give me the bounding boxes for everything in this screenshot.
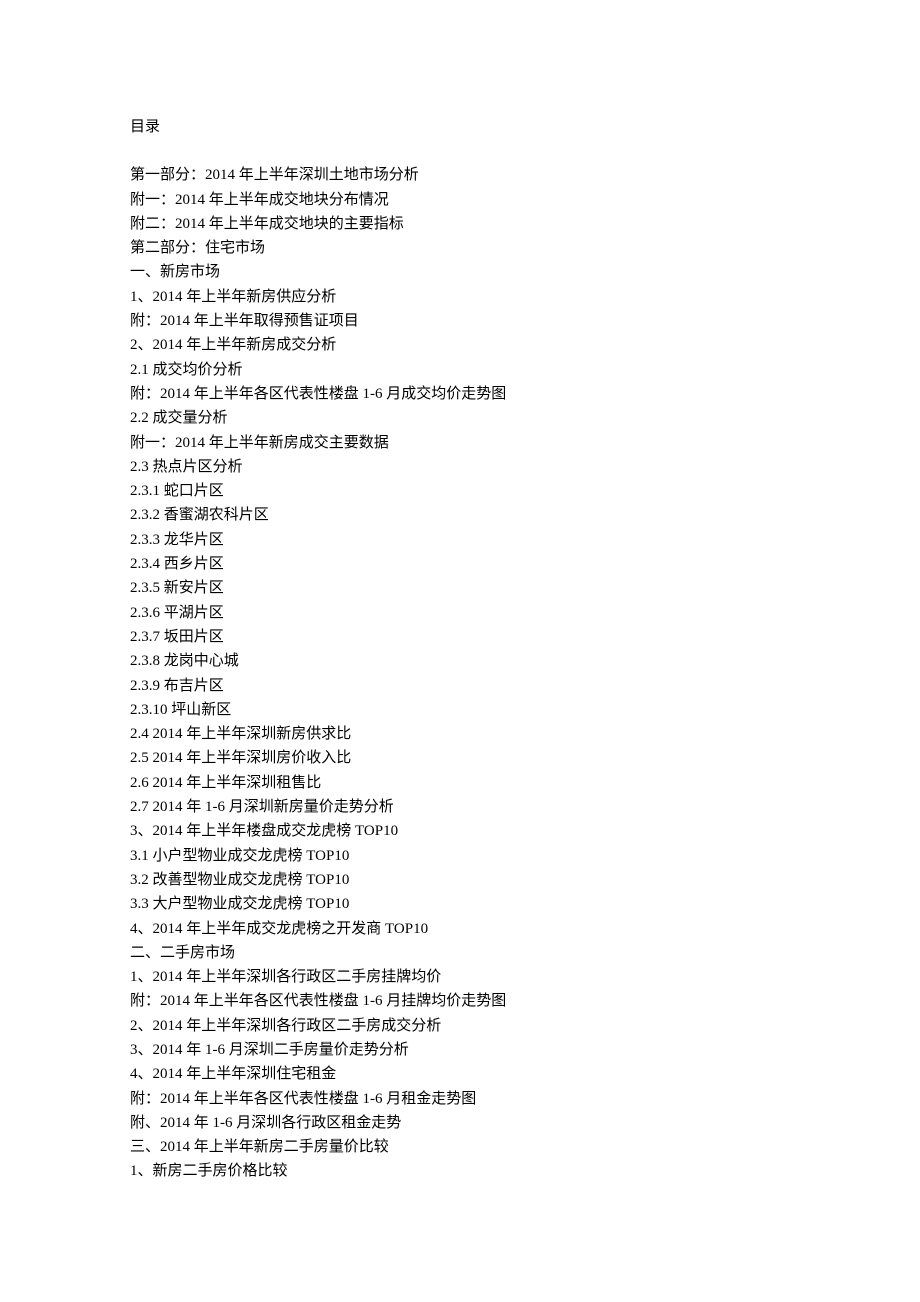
toc-line: 1、新房二手房价格比较 xyxy=(130,1159,790,1183)
toc-line: 2、2014 年上半年新房成交分析 xyxy=(130,333,790,357)
toc-line: 2、2014 年上半年深圳各行政区二手房成交分析 xyxy=(130,1014,790,1038)
toc-line: 附：2014 年上半年各区代表性楼盘 1-6 月租金走势图 xyxy=(130,1087,790,1111)
toc-line: 2.7 2014 年 1-6 月深圳新房量价走势分析 xyxy=(130,795,790,819)
toc-line: 3、2014 年上半年楼盘成交龙虎榜 TOP10 xyxy=(130,819,790,843)
toc-line: 1、2014 年上半年新房供应分析 xyxy=(130,285,790,309)
toc-line: 2.3.8 龙岗中心城 xyxy=(130,649,790,673)
toc-line: 3、2014 年 1-6 月深圳二手房量价走势分析 xyxy=(130,1038,790,1062)
toc-line: 2.3.5 新安片区 xyxy=(130,576,790,600)
toc-line: 2.3.10 坪山新区 xyxy=(130,698,790,722)
toc-line: 附一：2014 年上半年成交地块分布情况 xyxy=(130,188,790,212)
toc-line: 2.3.7 坂田片区 xyxy=(130,625,790,649)
toc-line: 4、2014 年上半年深圳住宅租金 xyxy=(130,1062,790,1086)
toc-line: 三、2014 年上半年新房二手房量价比较 xyxy=(130,1135,790,1159)
toc-line: 2.3.9 布吉片区 xyxy=(130,674,790,698)
toc-line: 2.1 成交均价分析 xyxy=(130,358,790,382)
toc-line: 二、二手房市场 xyxy=(130,941,790,965)
toc-line: 2.3.6 平湖片区 xyxy=(130,601,790,625)
toc-line: 3.3 大户型物业成交龙虎榜 TOP10 xyxy=(130,892,790,916)
toc-line: 4、2014 年上半年成交龙虎榜之开发商 TOP10 xyxy=(130,917,790,941)
toc-line: 2.3.1 蛇口片区 xyxy=(130,479,790,503)
toc-line: 2.2 成交量分析 xyxy=(130,406,790,430)
toc-line: 2.6 2014 年上半年深圳租售比 xyxy=(130,771,790,795)
toc-line: 第二部分：住宅市场 xyxy=(130,236,790,260)
toc-line: 2.3.4 西乡片区 xyxy=(130,552,790,576)
toc-line: 2.4 2014 年上半年深圳新房供求比 xyxy=(130,722,790,746)
toc-line: 附、2014 年 1-6 月深圳各行政区租金走势 xyxy=(130,1111,790,1135)
toc-line: 2.3.2 香蜜湖农科片区 xyxy=(130,503,790,527)
toc-line: 2.3 热点片区分析 xyxy=(130,455,790,479)
toc-line: 附：2014 年上半年取得预售证项目 xyxy=(130,309,790,333)
toc-line: 2.5 2014 年上半年深圳房价收入比 xyxy=(130,746,790,770)
toc-line: 第一部分：2014 年上半年深圳土地市场分析 xyxy=(130,163,790,187)
toc-line: 一、新房市场 xyxy=(130,260,790,284)
toc-line: 1、2014 年上半年深圳各行政区二手房挂牌均价 xyxy=(130,965,790,989)
toc-line: 附：2014 年上半年各区代表性楼盘 1-6 月成交均价走势图 xyxy=(130,382,790,406)
toc-title: 目录 xyxy=(130,115,790,139)
toc-list: 第一部分：2014 年上半年深圳土地市场分析 附一：2014 年上半年成交地块分… xyxy=(130,163,790,1183)
toc-line: 2.3.3 龙华片区 xyxy=(130,528,790,552)
toc-line: 3.2 改善型物业成交龙虎榜 TOP10 xyxy=(130,868,790,892)
toc-line: 附二：2014 年上半年成交地块的主要指标 xyxy=(130,212,790,236)
toc-line: 附：2014 年上半年各区代表性楼盘 1-6 月挂牌均价走势图 xyxy=(130,989,790,1013)
toc-line: 3.1 小户型物业成交龙虎榜 TOP10 xyxy=(130,844,790,868)
toc-line: 附一：2014 年上半年新房成交主要数据 xyxy=(130,431,790,455)
